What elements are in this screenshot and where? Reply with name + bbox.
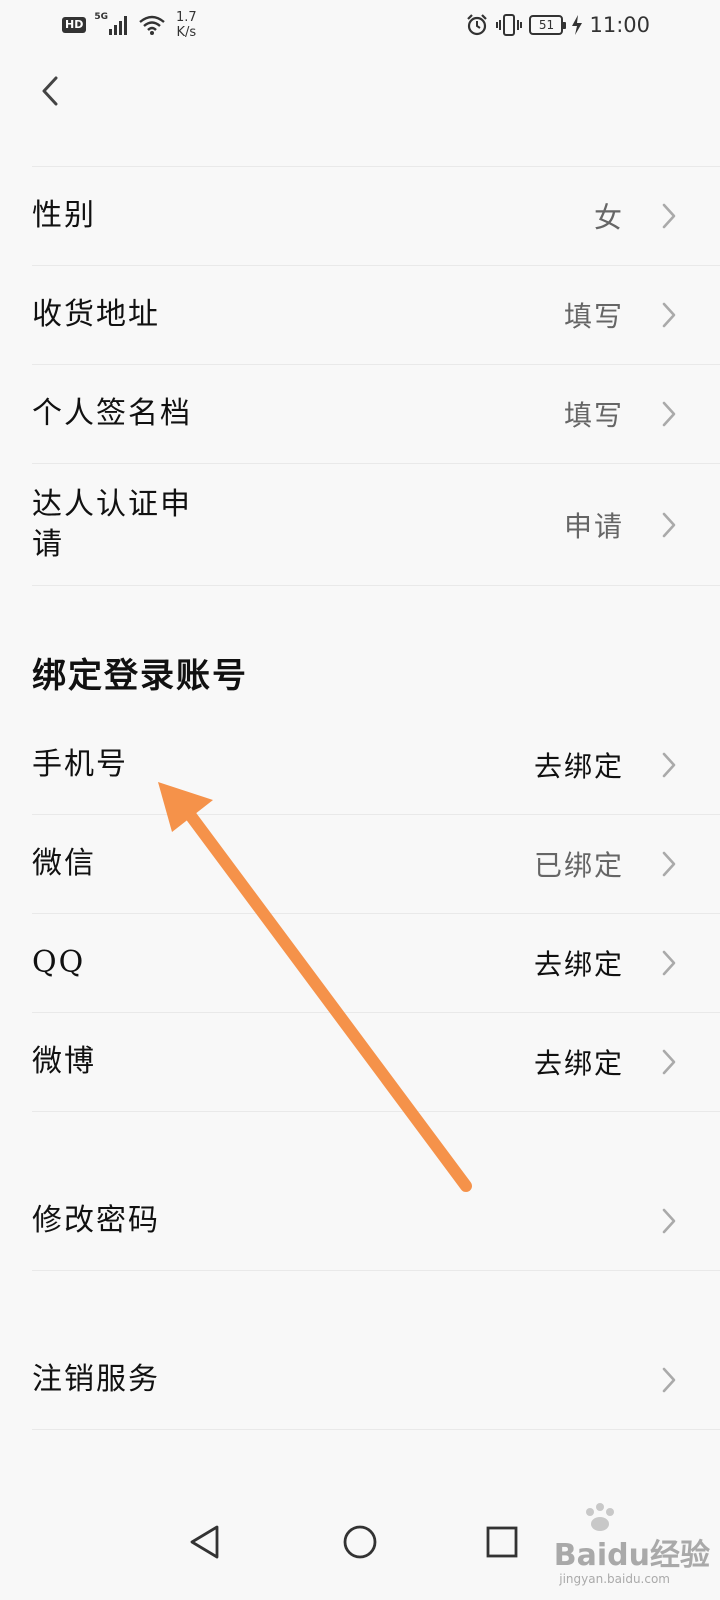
row-label: 微信 [32,846,96,881]
row-change-password[interactable]: 修改密码 [32,1172,720,1271]
status-right: 51 11:00 [465,8,650,42]
chevron-right-icon [662,1367,676,1393]
row-label: QQ [32,945,86,980]
chevron-left-icon [42,76,58,106]
speed-unit: K/s [176,25,197,40]
chevron-right-icon [662,203,676,229]
row-value: 去绑定 [533,1047,624,1080]
alarm-icon [467,14,488,36]
chevron-right-icon [662,512,676,537]
chevron-right-icon [662,851,676,877]
charging-icon [572,15,583,35]
status-bar: HD 5G 1.7 K/s 51 11:00 [0,0,720,50]
status-left: HD 5G 1.7 K/s [62,8,197,42]
row-label-multiline: 达人认证申 请 [32,485,192,565]
network-type: 5G [94,12,108,22]
chevron-right-icon [662,752,676,778]
circle-home-icon [343,1525,377,1559]
watermark-url: jingyan.baidu.com [559,1572,670,1586]
row-cancel-service[interactable]: 注销服务 [32,1331,720,1430]
row-label: 收货地址 [32,297,160,332]
clock: 11:00 [589,13,650,37]
screen: HD 5G 1.7 K/s 51 11:00 性别 女 收货地址 填写 个人签名… [0,0,720,1600]
row-label: 个人签名档 [32,396,192,431]
battery-indicator: 51 [529,15,567,35]
chevron-right-icon [662,1049,676,1075]
row-gender[interactable]: 性别 女 [32,167,720,266]
row-value: 女 [593,201,624,234]
row-label: 修改密码 [32,1203,160,1238]
row-shipping-address[interactable]: 收货地址 填写 [32,266,720,365]
row-label: 手机号 [32,747,128,782]
row-value: 已绑定 [533,849,624,882]
row-value: 填写 [563,300,624,333]
nav-home-button[interactable] [330,1512,390,1572]
watermark: Baidu经验 jingyan.baidu.com [530,1500,710,1596]
nav-back-button[interactable] [175,1512,235,1572]
row-label: 性别 [32,198,96,233]
watermark-brand: Baidu经验 [553,1538,710,1573]
vibrate-icon [496,14,523,36]
row-value: 去绑定 [533,750,624,783]
row-value: 申请 [563,509,624,543]
network-speed: 1.7 K/s [176,10,197,40]
square-recent-icon [486,1526,518,1558]
chevron-right-icon [662,302,676,328]
chevron-right-icon [662,950,676,976]
wifi-icon [139,15,165,35]
chevron-right-icon [662,1208,676,1234]
row-wechat[interactable]: 微信 已绑定 [32,815,720,914]
row-value: 填写 [563,399,624,432]
hd-badge: HD [62,17,87,33]
chevron-right-icon [662,401,676,427]
nav-recent-button[interactable] [472,1512,532,1572]
row-expert-certification[interactable]: 达人认证申 请 申请 [32,464,720,586]
signal-icon [109,16,127,35]
back-button[interactable] [28,66,72,116]
triangle-back-icon [190,1525,219,1559]
row-weibo[interactable]: 微博 去绑定 [32,1013,720,1112]
section-title-bind-accounts: 绑定登录账号 [32,656,248,696]
row-qq[interactable]: QQ 去绑定 [32,914,720,1013]
row-label-line2: 请 [32,526,64,562]
speed-value: 1.7 [176,10,197,25]
row-signature[interactable]: 个人签名档 填写 [32,365,720,464]
row-label-line1: 达人认证申 [32,486,192,522]
row-label: 微博 [32,1044,96,1079]
row-value: 去绑定 [533,948,624,981]
row-phone[interactable]: 手机号 去绑定 [32,716,720,815]
row-label: 注销服务 [32,1362,160,1397]
